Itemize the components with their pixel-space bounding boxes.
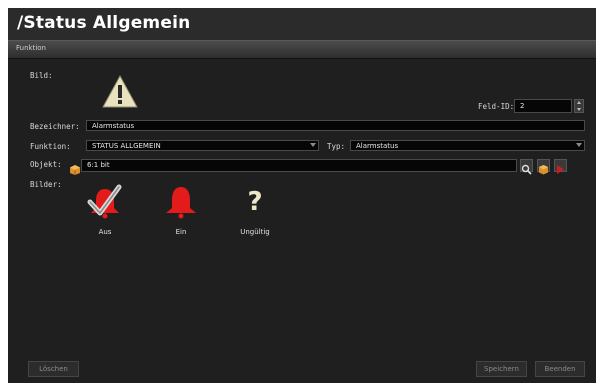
svg-text:?: ? [247,187,262,217]
bild-label: Bild: [30,71,53,80]
objekt-input[interactable]: 6:1 bit [81,159,517,172]
object-search-button[interactable] [520,159,533,175]
warning-icon[interactable] [101,74,139,110]
funktion-label: Funktion: [30,142,71,151]
stepper-up-icon[interactable] [577,101,581,104]
delete-icon [557,165,564,174]
chevron-down-icon[interactable] [576,143,582,147]
object-clear-button[interactable] [554,159,567,174]
funktion-value: STATUS ALLGEMEIN [92,142,161,150]
typ-select[interactable]: Alarmstatus [350,140,585,151]
bell-checked-icon[interactable] [86,184,124,220]
image-label-ein: Ein [175,228,187,236]
image-label-ungueltig: Ungültig [240,228,270,236]
question-icon[interactable]: ? [240,184,270,220]
feld-id-stepper[interactable] [574,99,584,113]
bilder-label: Bilder: [30,180,62,189]
section-label: Funktion [16,44,46,52]
bezeichner-value: Alarmstatus [92,122,135,130]
funktion-select[interactable]: STATUS ALLGEMEIN [86,140,319,151]
typ-label: Typ: [327,142,346,151]
chevron-down-icon[interactable] [310,143,316,147]
objekt-label: Objekt: [30,160,62,169]
delete-button[interactable]: Löschen [28,361,79,377]
search-icon [521,164,532,175]
save-button[interactable]: Speichern [476,361,527,377]
page-title: /Status Allgemein [17,13,191,33]
bezeichner-input[interactable]: Alarmstatus [86,120,585,131]
stepper-down-icon[interactable] [577,108,581,111]
object-pick-button[interactable] [537,159,550,175]
bezeichner-label: Bezeichner: [30,122,80,131]
objekt-value: 6:1 bit [87,161,110,169]
feld-id-label: Feld-ID: [478,102,515,111]
bell-red-icon[interactable] [162,184,200,220]
object-box-icon [70,160,80,175]
section-header: Funktion [8,40,596,59]
close-button[interactable]: Beenden [535,361,585,377]
feld-id-value: 2 [520,102,525,110]
title-bar: /Status Allgemein [8,8,596,40]
feld-id-input[interactable]: 2 [514,99,572,113]
typ-value: Alarmstatus [356,142,399,150]
image-label-aus: Aus [98,228,112,236]
object-box-icon [539,165,548,175]
